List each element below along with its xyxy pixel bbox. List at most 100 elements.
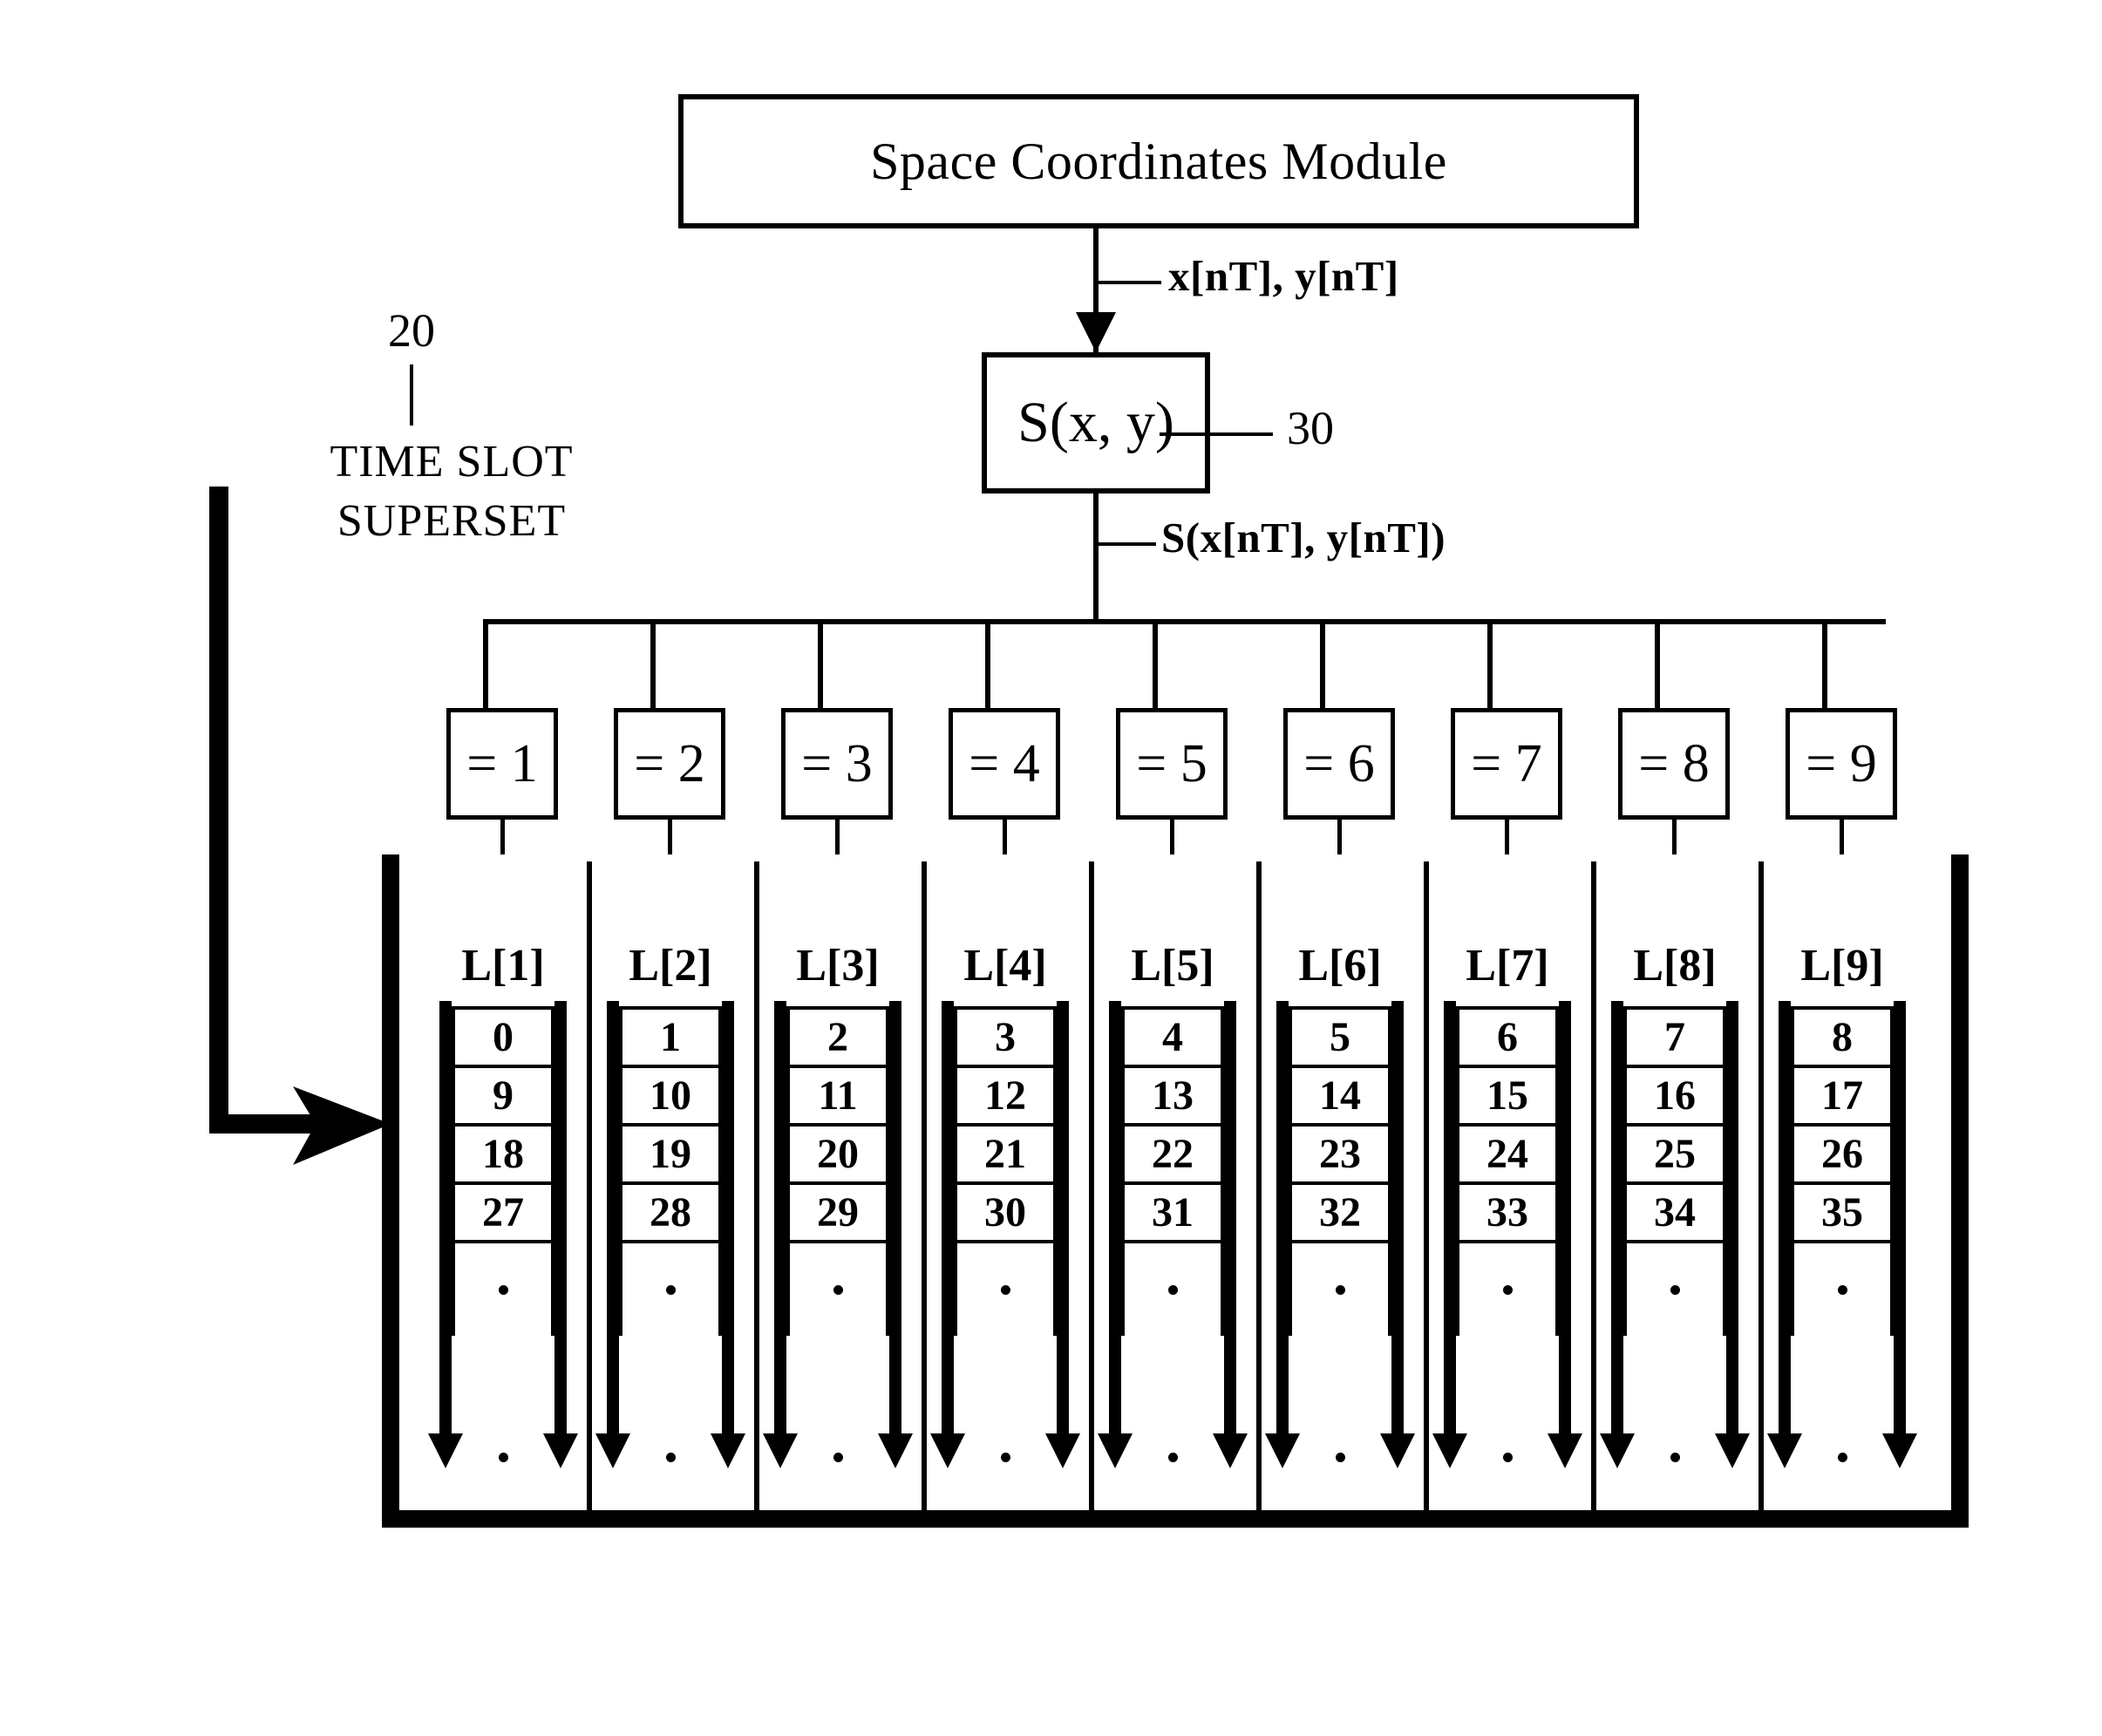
queue-ellipsis-dot-lower-4 [1001, 1453, 1010, 1462]
queue-cells-4: 3 12 21 30 [954, 1006, 1057, 1336]
queue-ellipsis-dot-lower-1 [499, 1453, 508, 1462]
queue-cell-1-2: 9 [455, 1068, 551, 1127]
queue-head-label-1: L[1] [461, 941, 545, 991]
mapper-ref-number: 30 [1287, 402, 1334, 454]
queue-continuation-cell-8 [1627, 1243, 1723, 1336]
queue-cell-1-3: 18 [455, 1127, 551, 1185]
queue-cells-2: 1 10 19 28 [619, 1006, 722, 1336]
bus-drop-line-3 [818, 619, 823, 708]
queue-right-rail-arrowhead-7 [1548, 1433, 1582, 1468]
queue-right-rail-arrowhead-5 [1213, 1433, 1248, 1468]
queue-cells-9: 8 17 26 35 [1791, 1006, 1894, 1336]
queue-head-label-7: L[7] [1466, 941, 1549, 991]
selector-box-2[interactable]: = 2 [614, 708, 725, 820]
queue-continuation-cell-2 [622, 1243, 718, 1336]
bus-drop-line-2 [650, 619, 656, 708]
queue-continuation-cell-9 [1794, 1243, 1890, 1336]
superset-caption-line2: SUPERSET [337, 496, 567, 546]
queue-continuation-cell-3 [790, 1243, 886, 1336]
queue-cell-7-3: 24 [1459, 1127, 1555, 1185]
queue-head-label-2: L[2] [629, 941, 712, 991]
queue-left-rail-arrowhead-2 [595, 1433, 630, 1468]
queue-continuation-cell-5 [1125, 1243, 1221, 1336]
queue-continuation-cell-6 [1292, 1243, 1388, 1336]
selector-box-4[interactable]: = 4 [949, 708, 1060, 820]
queue-cell-4-3: 21 [957, 1127, 1053, 1185]
selector-label-6: = 6 [1303, 734, 1375, 793]
queue-cells-8: 7 16 25 34 [1623, 1006, 1726, 1336]
queue-cell-3-4: 29 [790, 1185, 886, 1243]
queue-ellipsis-dot-lower-5 [1168, 1453, 1178, 1462]
queue-ellipsis-dot-upper-6 [1335, 1284, 1345, 1295]
queue-ellipsis-dot-upper-7 [1502, 1284, 1513, 1295]
superset-caption-line1: TIME SLOT [330, 437, 574, 487]
queue-cell-2-3: 19 [622, 1127, 718, 1185]
queue-cell-8-1: 7 [1627, 1010, 1723, 1068]
diagram-canvas: Space Coordinates Module x[nT], y[nT] S(… [0, 0, 2102, 1736]
queue-cell-1-4: 27 [455, 1185, 551, 1243]
queue-left-rail-arrowhead-9 [1767, 1433, 1802, 1468]
queue-left-rail-arrowhead-4 [930, 1433, 965, 1468]
queue-cell-7-4: 33 [1459, 1185, 1555, 1243]
queue-cell-9-3: 26 [1794, 1127, 1890, 1185]
queue-right-rail-arrowhead-1 [543, 1433, 578, 1468]
queue-left-rail-arrowhead-5 [1098, 1433, 1133, 1468]
queue-cell-3-1: 2 [790, 1010, 886, 1068]
selector-label-3: = 3 [801, 734, 873, 793]
queue-cell-5-1: 4 [1125, 1010, 1221, 1068]
queue-continuation-cell-1 [455, 1243, 551, 1336]
queue-cell-4-4: 30 [957, 1185, 1053, 1243]
queue-ellipsis-dot-upper-4 [1000, 1284, 1010, 1295]
queue-ellipsis-dot-lower-8 [1670, 1453, 1680, 1462]
queue-ellipsis-dot-upper-2 [665, 1284, 676, 1295]
selector-box-9[interactable]: = 9 [1786, 708, 1897, 820]
queue-cell-3-2: 11 [790, 1068, 886, 1127]
superset-ref-leader-line [410, 364, 413, 425]
bus-drop-line-7 [1487, 619, 1493, 708]
queue-cell-6-4: 32 [1292, 1185, 1388, 1243]
queue-continuation-cell-4 [957, 1243, 1053, 1336]
queue-left-rail-arrowhead-6 [1265, 1433, 1300, 1468]
queue-cell-7-2: 15 [1459, 1068, 1555, 1127]
queue-cell-2-2: 10 [622, 1068, 718, 1127]
queue-cells-5: 4 13 22 31 [1121, 1006, 1224, 1336]
space-coordinates-module-label: Space Coordinates Module [870, 132, 1447, 190]
bus-drop-line-1 [483, 619, 488, 708]
mapped-signal-label: S(x[nT], y[nT]) [1161, 514, 1446, 562]
queue-ellipsis-dot-lower-9 [1838, 1453, 1847, 1462]
bus-drop-line-6 [1320, 619, 1325, 708]
selector-label-9: = 9 [1806, 734, 1877, 793]
queue-ellipsis-dot-lower-2 [666, 1453, 676, 1462]
selector-box-8[interactable]: = 8 [1618, 708, 1730, 820]
mapped-signal-leader-line [1097, 542, 1156, 546]
queue-left-rail-arrowhead-8 [1600, 1433, 1635, 1468]
space-coordinates-module-box: Space Coordinates Module [678, 94, 1639, 228]
queue-cell-7-1: 6 [1459, 1010, 1555, 1068]
queue-left-rail-arrowhead-3 [763, 1433, 798, 1468]
coords-leader-line [1099, 281, 1161, 284]
selector-box-7[interactable]: = 7 [1451, 708, 1562, 820]
selector-label-5: = 5 [1136, 734, 1207, 793]
module-to-mapper-arrowhead [1076, 312, 1116, 352]
queue-cell-8-3: 25 [1627, 1127, 1723, 1185]
selector-box-3[interactable]: = 3 [781, 708, 893, 820]
queue-cell-5-4: 31 [1125, 1185, 1221, 1243]
selector-label-2: = 2 [634, 734, 705, 793]
selector-box-1[interactable]: = 1 [446, 708, 558, 820]
mapper-ref-leader-line [1160, 432, 1273, 436]
selector-box-5[interactable]: = 5 [1116, 708, 1228, 820]
queue-ellipsis-dot-upper-1 [498, 1284, 508, 1295]
queue-head-label-6: L[6] [1298, 941, 1382, 991]
selector-box-6[interactable]: = 6 [1283, 708, 1395, 820]
queue-left-rail-arrowhead-1 [428, 1433, 463, 1468]
queue-cell-1-1: 0 [455, 1010, 551, 1068]
mapper-function-box: S(x, y) [982, 352, 1210, 494]
bus-drop-line-4 [985, 619, 990, 708]
coords-signal-label: x[nT], y[nT] [1168, 252, 1399, 300]
queue-ellipsis-dot-lower-6 [1336, 1453, 1345, 1462]
queue-head-label-8: L[8] [1633, 941, 1717, 991]
queue-continuation-cell-7 [1459, 1243, 1555, 1336]
queue-head-label-3: L[3] [796, 941, 880, 991]
distribution-bus-line [484, 619, 1886, 624]
queue-ellipsis-dot-upper-8 [1670, 1284, 1680, 1295]
